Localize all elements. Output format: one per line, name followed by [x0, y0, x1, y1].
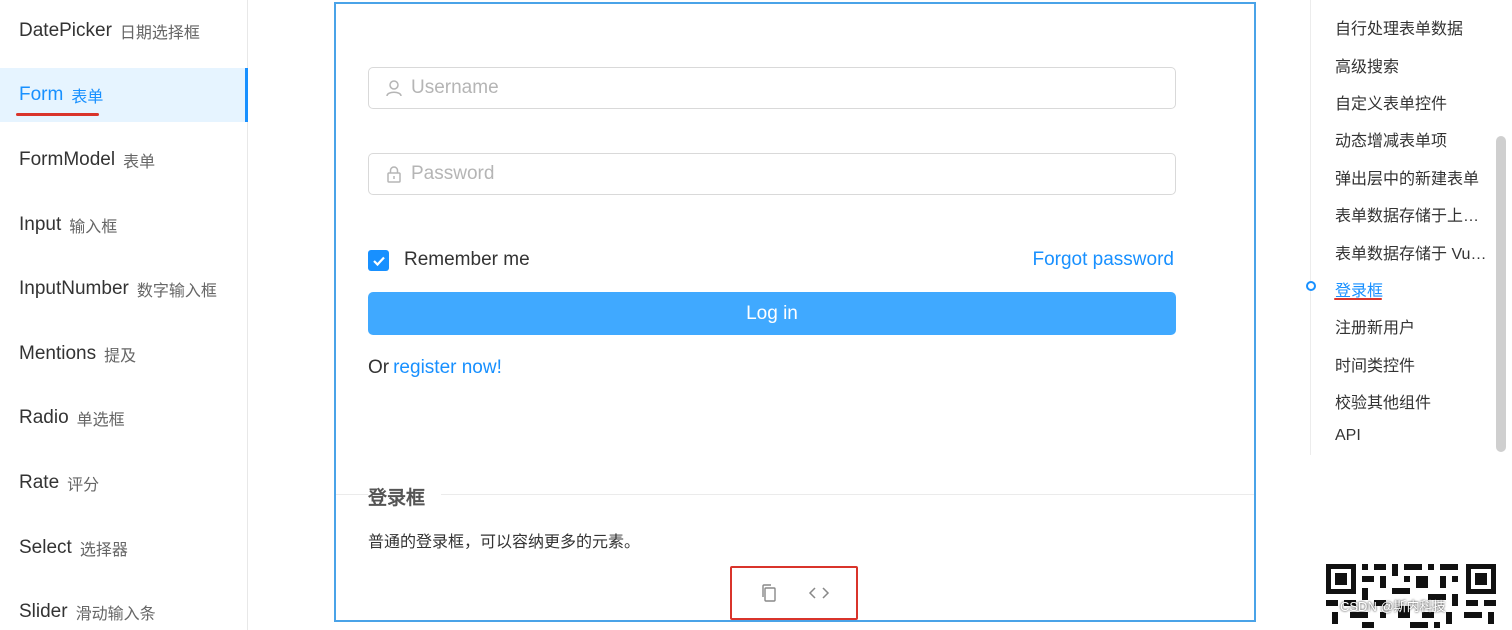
register-line: Or register now!: [368, 357, 502, 379]
annotation-underline: [1334, 298, 1382, 300]
sidebar-item-sublabel: 日期选择框: [119, 25, 200, 42]
sidebar-item-sublabel: 数字输入框: [136, 283, 217, 300]
anchor-item[interactable]: 自定义表单控件: [1335, 90, 1495, 114]
sidebar-item-sublabel: 评分: [67, 477, 100, 494]
remember-label[interactable]: Remember me: [404, 249, 530, 271]
login-button[interactable]: Log in: [368, 292, 1176, 335]
sidebar-item-radio[interactable]: Radio 单选框: [0, 391, 248, 445]
password-field[interactable]: [368, 153, 1176, 195]
sidebar-item-inputnumber[interactable]: InputNumber 数字输入框: [0, 262, 248, 316]
annotation-underline: [16, 113, 99, 116]
anchor-nav: 自行处理表单数据 高级搜索 自定义表单控件 动态增减表单项 弹出层中的新建表单 …: [1306, 0, 1512, 455]
page: DatePicker 日期选择框 Form 表单 FormModel 表单 In…: [0, 0, 1512, 630]
anchor-item[interactable]: 自行处理表单数据: [1335, 15, 1495, 39]
sidebar-item-label: DatePicker: [19, 20, 112, 41]
sidebar-item-label: Mentions: [19, 343, 97, 364]
sidebar-item-sublabel: 提及: [104, 348, 137, 365]
sidebar-item-label: Input: [19, 214, 62, 235]
sidebar-item-label: Slider: [19, 601, 68, 622]
sidebar-item-label: InputNumber: [19, 278, 129, 299]
watermark: CSDN @斯内科技: [1340, 599, 1446, 614]
sidebar-item-input[interactable]: Input 输入框: [0, 198, 248, 252]
anchor-item[interactable]: 弹出层中的新建表单: [1335, 165, 1495, 189]
anchor-item[interactable]: 注册新用户: [1335, 314, 1495, 338]
sidebar-item-sublabel: 表单: [71, 89, 104, 106]
anchor-active-dot: [1306, 281, 1316, 291]
sidebar-item-label: Rate: [19, 472, 60, 493]
sidebar-item-sublabel: 选择器: [79, 542, 128, 559]
sidebar-item-sublabel: 输入框: [69, 219, 118, 236]
sidebar-item-datepicker[interactable]: DatePicker 日期选择框: [0, 4, 248, 58]
component-sidebar: DatePicker 日期选择框 Form 表单 FormModel 表单 In…: [0, 0, 248, 630]
demo-description: 普通的登录框，可以容纳更多的元素。: [368, 534, 641, 551]
anchor-item[interactable]: 校验其他组件: [1335, 389, 1495, 413]
code-actions: [730, 566, 858, 620]
anchor-item[interactable]: 高级搜索: [1335, 53, 1495, 77]
copy-icon[interactable]: [756, 580, 782, 606]
sidebar-item-rate[interactable]: Rate 评分: [0, 456, 248, 510]
scrollbar-thumb[interactable]: [1496, 136, 1506, 452]
sidebar-item-label: FormModel: [19, 149, 116, 170]
sidebar-item-label: Form: [19, 84, 64, 105]
sidebar-item-slider[interactable]: Slider 滑动输入条: [0, 585, 248, 630]
anchor-item[interactable]: 时间类控件: [1335, 352, 1495, 376]
anchor-item[interactable]: 表单数据存储于 Vuex 中: [1335, 240, 1495, 264]
lock-icon: [387, 166, 401, 183]
anchor-item[interactable]: 表单数据存储于上层组件: [1335, 202, 1495, 226]
sidebar-item-sublabel: 滑动输入条: [75, 606, 156, 623]
register-link[interactable]: register now!: [393, 357, 502, 378]
remember-checkbox[interactable]: [368, 250, 389, 271]
sidebar-item-formmodel[interactable]: FormModel 表单: [0, 133, 248, 187]
demo-title: 登录框: [368, 483, 442, 510]
anchor-item[interactable]: 动态增减表单项: [1335, 127, 1495, 151]
user-icon: [386, 80, 402, 97]
sidebar-item-label: Radio: [19, 407, 69, 428]
sidebar-item-select[interactable]: Select 选择器: [0, 521, 248, 575]
username-input[interactable]: [411, 77, 1151, 99]
username-field[interactable]: [368, 67, 1176, 109]
login-demo-card: Remember me Forgot password Log in Orreg…: [334, 2, 1256, 622]
sidebar-item-sublabel: 表单: [123, 154, 156, 171]
sidebar-item-mentions[interactable]: Mentions 提及: [0, 327, 248, 381]
anchor-item[interactable]: API: [1335, 427, 1495, 445]
sidebar-item-sublabel: 单选框: [76, 412, 125, 429]
divider: [336, 494, 1254, 495]
code-expand-icon[interactable]: [806, 580, 832, 606]
checkmark-icon: [372, 256, 385, 266]
sidebar-item-label: Select: [19, 537, 72, 558]
anchor-rail: [1310, 0, 1311, 455]
or-text: Or: [368, 357, 390, 378]
password-input[interactable]: [411, 163, 1151, 185]
forgot-password-link[interactable]: Forgot password: [1032, 249, 1174, 271]
